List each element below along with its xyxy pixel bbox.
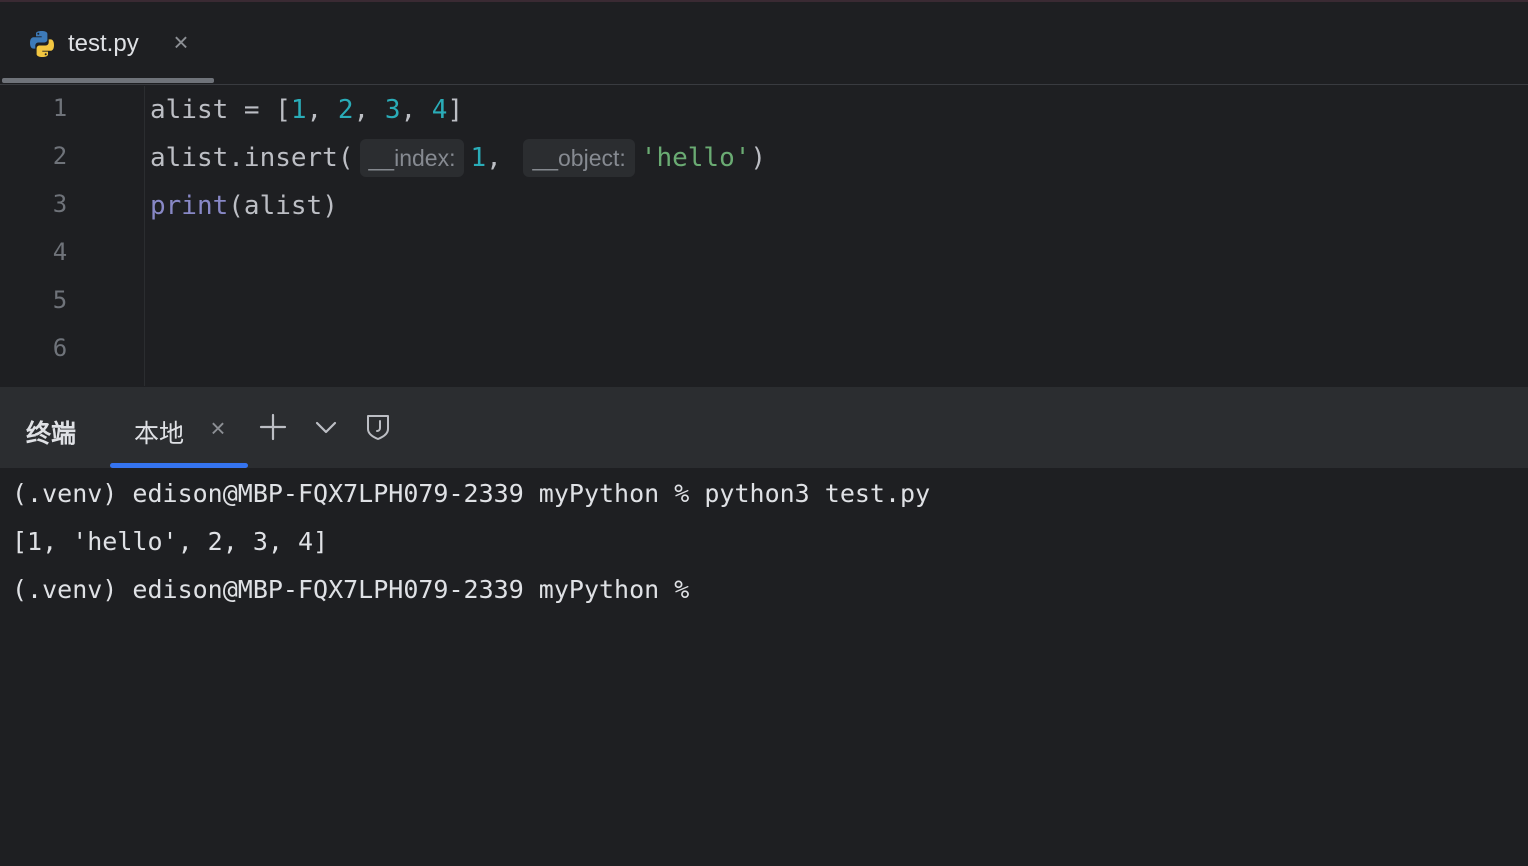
close-icon[interactable]: ×: [207, 415, 229, 441]
chevron-down-icon[interactable]: [310, 411, 342, 443]
terminal-line: (.venv) edison@MBP-FQX7LPH079-2339 myPyt…: [12, 575, 690, 604]
line-number: 6: [52, 334, 68, 362]
editor-tab-label: test.py: [68, 30, 139, 57]
plus-icon[interactable]: [257, 411, 289, 443]
terminal-output[interactable]: (.venv) edison@MBP-FQX7LPH079-2339 myPyt…: [0, 468, 1528, 866]
shield-icon[interactable]: [362, 411, 394, 443]
code-line-2: alist.insert(__index: 1, __object:'hello'…: [150, 138, 766, 178]
terminal-line: [1, 'hello', 2, 3, 4]: [12, 527, 329, 556]
terminal-tool-window-header: 终端 本地 ×: [0, 387, 1528, 468]
line-number: 5: [52, 286, 68, 314]
parameter-hint-index: __index:: [359, 139, 465, 177]
line-number: 2: [52, 142, 68, 170]
active-tab-indicator: [2, 78, 214, 83]
code-line-3: print (alist): [150, 191, 338, 221]
close-icon[interactable]: ×: [170, 29, 192, 55]
terminal-title: 终端: [26, 420, 77, 448]
line-number: 1: [52, 94, 68, 122]
line-number-gutter: 1 2 3 4 5 6: [0, 86, 145, 386]
code-line-1: alist = [1, 2, 3, 4]: [150, 95, 464, 125]
editor-tab-bar: test.py ×: [0, 2, 1528, 85]
terminal-line: (.venv) edison@MBP-FQX7LPH079-2339 myPyt…: [12, 479, 931, 508]
line-number: 4: [52, 238, 68, 266]
line-number: 3: [52, 190, 68, 218]
editor-tab-test-py[interactable]: test.py ×: [0, 2, 212, 84]
gutter-separator: [144, 86, 145, 386]
python-file-icon: [30, 31, 54, 57]
parameter-hint-object: __object:: [523, 139, 635, 177]
code-editor[interactable]: 1 2 3 4 5 6 alist = [1, 2, 3, 4] alist.i…: [0, 86, 1528, 386]
terminal-tab-local[interactable]: 本地: [134, 414, 184, 450]
